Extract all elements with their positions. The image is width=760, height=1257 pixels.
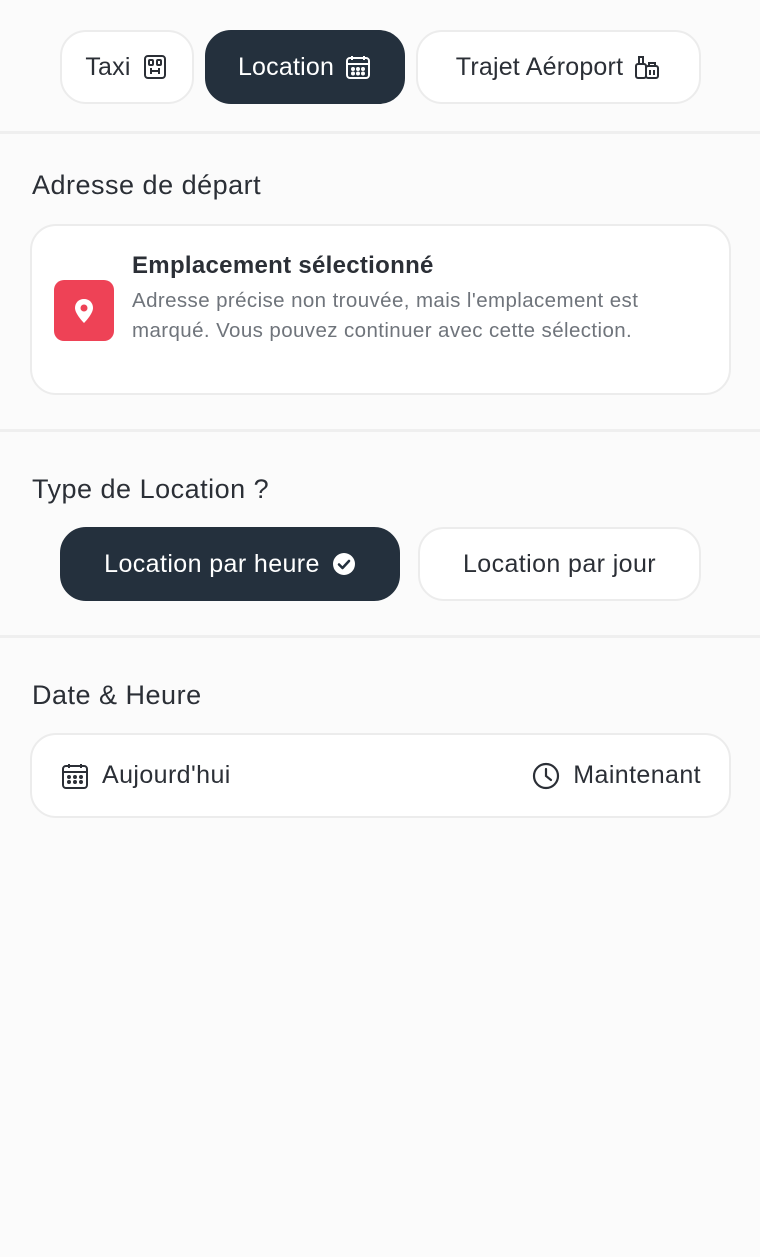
time-picker[interactable]: Maintenant (531, 735, 701, 816)
service-tabs: Taxi Location Trajet Aéroport (0, 0, 760, 133)
divider (0, 635, 760, 638)
departure-heading: Adresse de départ (32, 170, 262, 200)
date-label: Aujourd'hui (102, 761, 231, 789)
tab-taxi[interactable]: Taxi (60, 30, 194, 104)
check-circle-icon (332, 553, 355, 575)
datetime-selector: Aujourd'hui Maintenant (30, 733, 731, 818)
divider (0, 429, 760, 432)
rental-hourly-label: Location par heure (104, 549, 320, 578)
selected-location-card[interactable]: Emplacement sélectionné Adresse précise … (30, 224, 731, 395)
tab-location-label: Location (237, 52, 335, 81)
tab-location[interactable]: Location (205, 30, 405, 104)
address-card-description: Adresse précise non trouvée, mais l'empl… (132, 289, 639, 342)
rental-type-heading: Type de Location ? (32, 474, 270, 504)
luggage-icon (635, 56, 660, 79)
rental-daily-button[interactable]: Location par jour (418, 527, 701, 601)
calendar-icon (62, 763, 88, 789)
rental-hourly-button[interactable]: Location par heure (60, 527, 400, 601)
tab-taxi-label: Taxi (85, 52, 131, 81)
rental-daily-label: Location par jour (462, 549, 657, 578)
booking-screen: Taxi Location Trajet Aéroport Adresse de… (0, 0, 760, 1257)
taxi-icon (143, 55, 166, 79)
clock-icon (533, 762, 560, 789)
location-pin-icon (75, 298, 93, 323)
datetime-heading: Date & Heure (32, 680, 202, 710)
calendar-icon (346, 56, 371, 79)
time-label: Maintenant (573, 761, 701, 789)
address-card-title: Emplacement sélectionné (132, 252, 434, 279)
location-pin-badge (54, 280, 114, 341)
tab-airport-label: Trajet Aéroport (455, 52, 624, 81)
tab-airport-transfer[interactable]: Trajet Aéroport (416, 30, 701, 104)
divider (0, 131, 760, 134)
date-picker[interactable]: Aujourd'hui (60, 735, 231, 816)
